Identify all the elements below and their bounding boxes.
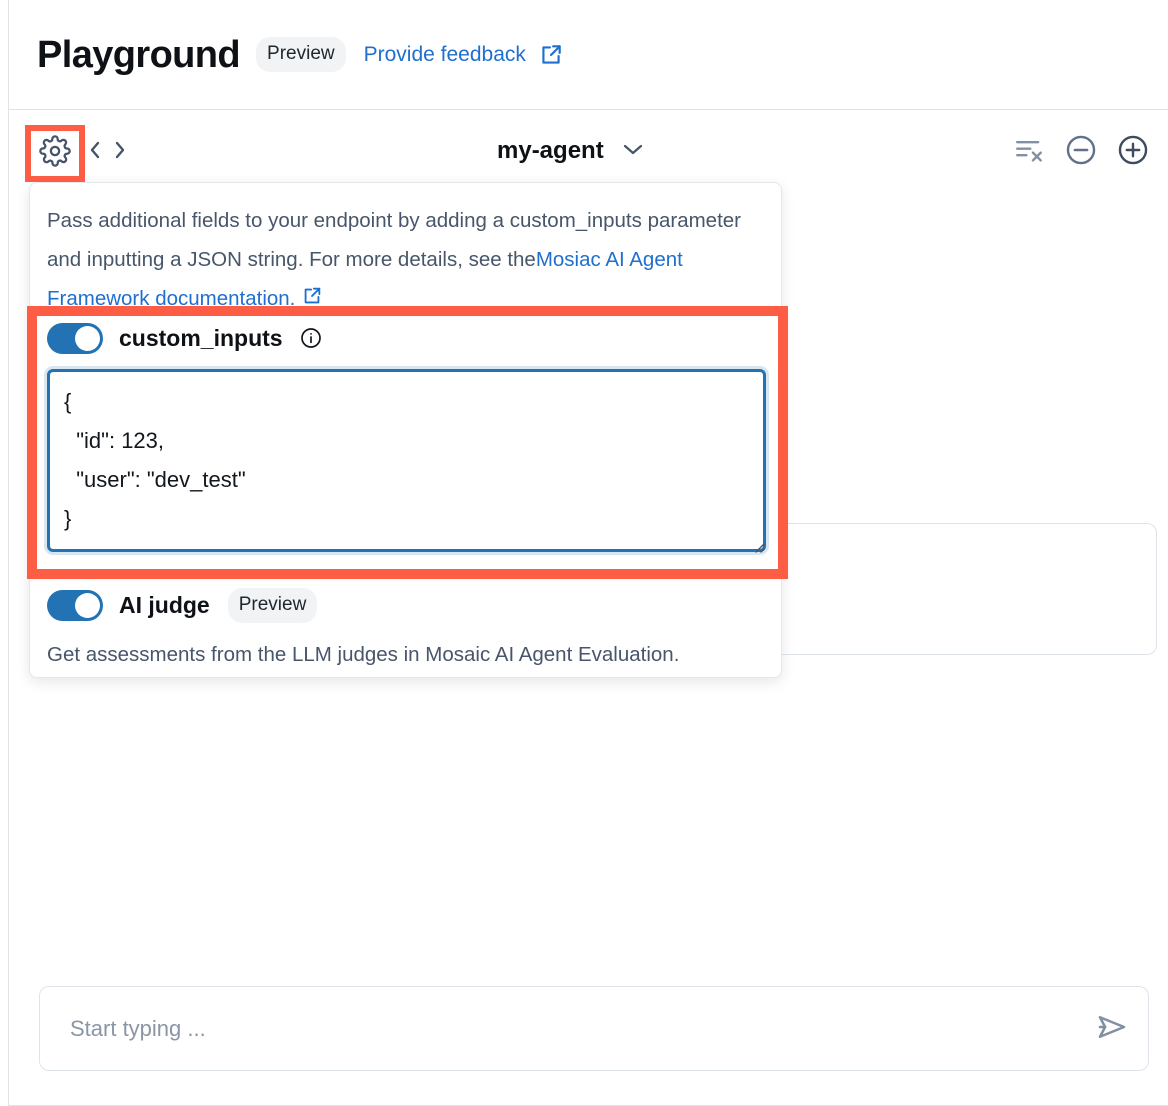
app-frame: Playground Preview Provide feedback: [8, 0, 1168, 1106]
popover-description: Pass additional fields to your endpoint …: [47, 201, 769, 320]
custom-inputs-label: custom_inputs: [119, 325, 283, 352]
custom-inputs-toggle[interactable]: [47, 323, 103, 354]
provide-feedback-link[interactable]: Provide feedback: [364, 43, 526, 67]
ai-judge-toggle[interactable]: [47, 590, 103, 621]
header-preview-badge: Preview: [256, 37, 346, 72]
ai-judge-toggle-row: AI judge Preview: [47, 588, 769, 622]
settings-gear-button[interactable]: [25, 125, 85, 182]
send-button[interactable]: [1076, 987, 1148, 1070]
message-composer: [39, 986, 1149, 1071]
ai-judge-preview-badge: Preview: [228, 588, 318, 623]
custom-inputs-section: custom_inputs: [47, 321, 769, 557]
external-link-icon[interactable]: [301, 281, 323, 320]
ai-judge-description: Get assessments from the LLM judges in M…: [47, 640, 769, 670]
page-header: Playground Preview Provide feedback: [9, 0, 1168, 110]
settings-popover: Pass additional fields to your endpoint …: [29, 182, 782, 678]
gear-icon: [39, 135, 71, 172]
external-link-icon[interactable]: [538, 42, 564, 68]
agent-name-label: my-agent: [497, 137, 604, 165]
response-card: [774, 523, 1157, 655]
textarea-resize-handle[interactable]: [750, 538, 766, 554]
toggle-knob: [75, 326, 100, 351]
message-input[interactable]: [40, 1016, 1076, 1042]
info-circle-icon[interactable]: [299, 326, 323, 350]
chevron-left-icon[interactable]: [87, 139, 103, 161]
clear-list-icon[interactable]: [1012, 133, 1046, 167]
minus-circle-icon[interactable]: [1064, 133, 1098, 167]
toolbar-actions: [1012, 133, 1150, 167]
page-title: Playground: [37, 36, 240, 74]
ai-judge-section: AI judge Preview Get assessments from th…: [47, 588, 769, 670]
send-icon: [1094, 1009, 1130, 1048]
custom-inputs-toggle-row: custom_inputs: [47, 321, 769, 355]
custom-inputs-textarea[interactable]: [47, 369, 766, 552]
conversation-nav: [87, 139, 128, 161]
agent-selector[interactable]: my-agent: [497, 137, 644, 165]
chevron-right-icon[interactable]: [112, 139, 128, 161]
chevron-down-icon: [622, 142, 644, 161]
ai-judge-label: AI judge: [119, 592, 210, 619]
plus-circle-icon[interactable]: [1116, 133, 1150, 167]
toggle-knob: [75, 593, 100, 618]
